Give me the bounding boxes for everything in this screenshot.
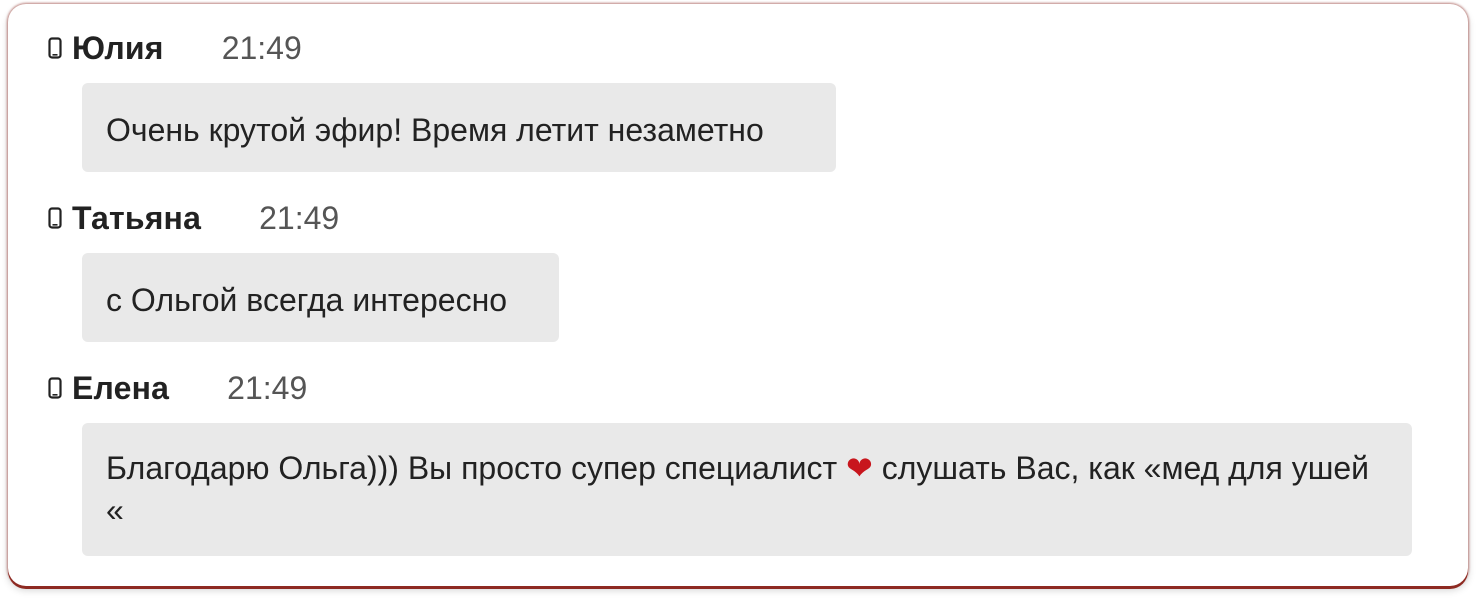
message-text: Очень крутой эфир! Время летит незаметно xyxy=(106,112,764,148)
message-header: Елена 21:49 xyxy=(48,368,307,408)
author-name: Татьяна xyxy=(72,199,202,236)
author-name: Юлия xyxy=(72,29,164,66)
phone-icon xyxy=(48,377,62,399)
message-bubble: с Ольгой всегда интересно xyxy=(82,253,559,342)
message-time: 21:49 xyxy=(259,199,340,236)
message-time: 21:49 xyxy=(221,29,302,66)
message-time: 21:49 xyxy=(227,369,308,406)
phone-icon xyxy=(48,37,62,59)
message-bubble: Очень крутой эфир! Время летит незаметно xyxy=(82,83,836,172)
message-text: с Ольгой всегда интересно xyxy=(106,282,508,318)
message-header: Юлия 21:49 xyxy=(48,28,302,68)
message-header: Татьяна 21:49 xyxy=(48,198,339,238)
chat-card: Юлия 21:49 Очень крутой эфир! Время лети… xyxy=(8,4,1468,586)
author-name: Елена xyxy=(72,369,170,406)
message-text: Благодарю Ольга))) Вы просто супер специ… xyxy=(106,450,838,486)
heart-emoji-icon: ❤ xyxy=(846,449,873,487)
message-bubble: Благодарю Ольга))) Вы просто супер специ… xyxy=(82,423,1412,556)
phone-icon xyxy=(48,207,62,229)
